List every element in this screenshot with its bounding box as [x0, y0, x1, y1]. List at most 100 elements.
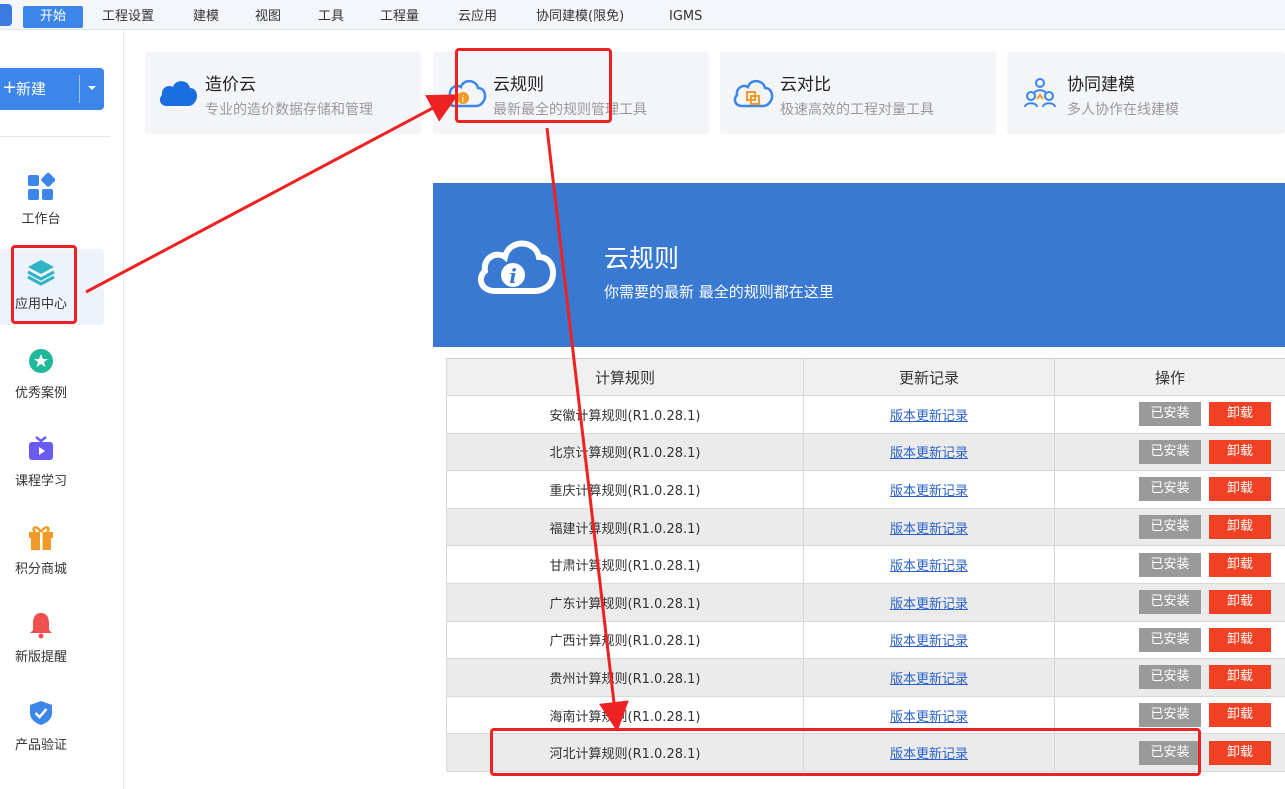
cloud-info-icon: i [477, 240, 557, 294]
installed-button[interactable]: 已安装 [1139, 515, 1201, 540]
log-cell: 版本更新记录 [803, 621, 1054, 659]
table-row: 安徽计算规则(R1.0.28.1) 版本更新记录 已安装 卸载 [446, 396, 1285, 434]
action-cell: 已安装 卸载 [1054, 659, 1285, 696]
installed-button[interactable]: 已安装 [1139, 439, 1201, 464]
version-log-link[interactable]: 版本更新记录 [890, 743, 968, 762]
card-subtitle: 多人协作在线建模 [1067, 102, 1179, 118]
card-title: 协同建模 [1067, 75, 1135, 95]
action-cell: 已安装 卸载 [1054, 734, 1285, 771]
rules-table: 计算规则 更新记录 操作 安徽计算规则(R1.0.28.1) 版本更新记录 已安装卸… [446, 358, 1285, 772]
version-log-link[interactable]: 版本更新记录 [890, 518, 968, 537]
installed-button[interactable]: 已安装 [1139, 477, 1201, 502]
card-cloud-compare[interactable]: 云对比 极速高效的工程对量工具 [720, 52, 996, 134]
card-collab-modeling[interactable]: 协同建模 多人协作在线建模 [1007, 52, 1285, 134]
uninstall-button[interactable]: 卸载 [1209, 477, 1271, 502]
version-log-link[interactable]: 版本更新记录 [890, 442, 968, 461]
svg-text:i: i [462, 95, 465, 105]
log-cell: 版本更新记录 [803, 508, 1054, 546]
installed-button[interactable]: 已安装 [1139, 552, 1201, 577]
star-badge-icon [29, 349, 53, 373]
rule-name: 广西计算规则(R1.0.28.1) [549, 634, 701, 650]
new-button-label: 新建 [16, 80, 47, 98]
installed-button[interactable]: 已安装 [1139, 665, 1201, 690]
sidebar-item-label: 应用中心 [14, 297, 67, 312]
card-title: 造价云 [205, 75, 256, 95]
log-cell: 版本更新记录 [803, 396, 1054, 433]
rule-name: 重庆计算规则(R1.0.28.1) [549, 483, 701, 499]
sidebar-item-workbench[interactable]: 工作台 [0, 164, 104, 240]
log-cell: 版本更新记录 [803, 734, 1054, 771]
tv-icon [29, 436, 53, 460]
uninstall-button[interactable]: 卸载 [1209, 402, 1271, 427]
menu-quantities[interactable]: 工程量 [380, 0, 419, 30]
cloud-rules-banner: i 云规则 你需要的最新 最全的规则都在这里 [433, 183, 1285, 347]
action-cell: 已安装 卸载 [1054, 396, 1285, 433]
rule-cell: 甘肃计算规则(R1.0.28.1) [446, 546, 803, 583]
table-header: 计算规则 更新记录 操作 [446, 358, 1285, 396]
menu-tools[interactable]: 工具 [318, 0, 344, 30]
menu-collab-modeling[interactable]: 协同建模(限免) [536, 0, 624, 30]
action-cell: 已安装 卸载 [1054, 471, 1285, 508]
action-cell: 已安装 卸载 [1054, 546, 1285, 583]
installed-button[interactable]: 已安装 [1139, 590, 1201, 615]
uninstall-button[interactable]: 卸载 [1209, 740, 1271, 765]
version-log-link[interactable]: 版本更新记录 [890, 593, 968, 612]
rule-cell: 海南计算规则(R1.0.28.1) [446, 696, 803, 734]
rule-name: 北京计算规则(R1.0.28.1) [549, 446, 701, 462]
uninstall-button[interactable]: 卸载 [1209, 590, 1271, 615]
menu-modeling[interactable]: 建模 [193, 0, 219, 30]
action-cell: 已安装 卸载 [1054, 508, 1285, 546]
rule-cell: 北京计算规则(R1.0.28.1) [446, 433, 803, 471]
sidebar-item-courses[interactable]: 课程学习 [0, 426, 104, 502]
version-log-link[interactable]: 版本更新记录 [890, 480, 968, 499]
cloud-compare-icon [733, 79, 774, 108]
uninstall-button[interactable]: 卸载 [1209, 665, 1271, 690]
menu-project-settings[interactable]: 工程设置 [102, 0, 154, 30]
action-cell: 已安装 卸载 [1054, 433, 1285, 471]
version-log-link[interactable]: 版本更新记录 [890, 555, 968, 574]
rule-cell: 安徽计算规则(R1.0.28.1) [446, 396, 803, 433]
installed-button[interactable]: 已安装 [1139, 402, 1201, 427]
card-title: 云规则 [493, 75, 544, 95]
sidebar-item-label: 优秀案例 [14, 386, 67, 401]
uninstall-button[interactable]: 卸载 [1209, 627, 1271, 652]
table-row: 福建计算规则(R1.0.28.1) 版本更新记录 已安装 卸载 [446, 508, 1285, 547]
sidebar-item-app-center[interactable]: 应用中心 [0, 249, 104, 325]
sidebar-item-cases[interactable]: 优秀案例 [0, 338, 104, 414]
uninstall-button[interactable]: 卸载 [1209, 703, 1271, 728]
new-button[interactable]: + 新建 [0, 68, 104, 110]
table-row: 广西计算规则(R1.0.28.1) 版本更新记录 已安装 卸载 [446, 621, 1285, 660]
installed-button[interactable]: 已安装 [1139, 703, 1201, 728]
card-cloud-rules[interactable]: i 云规则 最新最全的规则管理工具 [433, 52, 709, 134]
menu-cloud-apps[interactable]: 云应用 [458, 0, 497, 30]
chevron-down-icon[interactable] [84, 80, 100, 96]
log-cell: 版本更新记录 [803, 659, 1054, 696]
version-log-link[interactable]: 版本更新记录 [890, 706, 968, 725]
uninstall-button[interactable]: 卸载 [1209, 515, 1271, 540]
version-log-link[interactable]: 版本更新记录 [890, 668, 968, 687]
banner-title: 云规则 [604, 244, 680, 273]
uninstall-button[interactable]: 卸载 [1209, 552, 1271, 577]
card-cost-cloud[interactable]: 造价云 专业的造价数据存储和管理 [145, 52, 421, 134]
sidebar-item-label: 工作台 [21, 212, 61, 227]
rule-name: 河北计算规则(R1.0.28.1) [549, 747, 701, 763]
table-row: 广东计算规则(R1.0.28.1) 版本更新记录 已安装 卸载 [446, 583, 1285, 622]
version-log-link[interactable]: 版本更新记录 [890, 630, 968, 649]
sidebar-item-points-mall[interactable]: 积分商城 [0, 514, 104, 590]
sidebar: + 新建 工作台 应用中心 优秀案例 课程学习 积分商城 新版提醒 产品验证 [0, 30, 124, 789]
installed-button[interactable]: 已安装 [1139, 627, 1201, 652]
menu-igms[interactable]: IGMS [669, 0, 702, 30]
log-cell: 版本更新记录 [803, 433, 1054, 471]
header-rule: 计算规则 [446, 359, 803, 395]
sidebar-item-product-verify[interactable]: 产品验证 [0, 690, 104, 766]
version-log-link[interactable]: 版本更新记录 [890, 405, 968, 424]
menu-view[interactable]: 视图 [255, 0, 281, 30]
uninstall-button[interactable]: 卸载 [1209, 439, 1271, 464]
rule-name: 海南计算规则(R1.0.28.1) [549, 709, 701, 725]
installed-button[interactable]: 已安装 [1139, 740, 1201, 765]
action-cell: 已安装 卸载 [1054, 621, 1285, 659]
rule-cell: 广西计算规则(R1.0.28.1) [446, 621, 803, 659]
plus-icon: + [2, 77, 18, 98]
sidebar-item-release-notice[interactable]: 新版提醒 [0, 602, 104, 678]
menu-start[interactable]: 开始 [23, 6, 83, 28]
